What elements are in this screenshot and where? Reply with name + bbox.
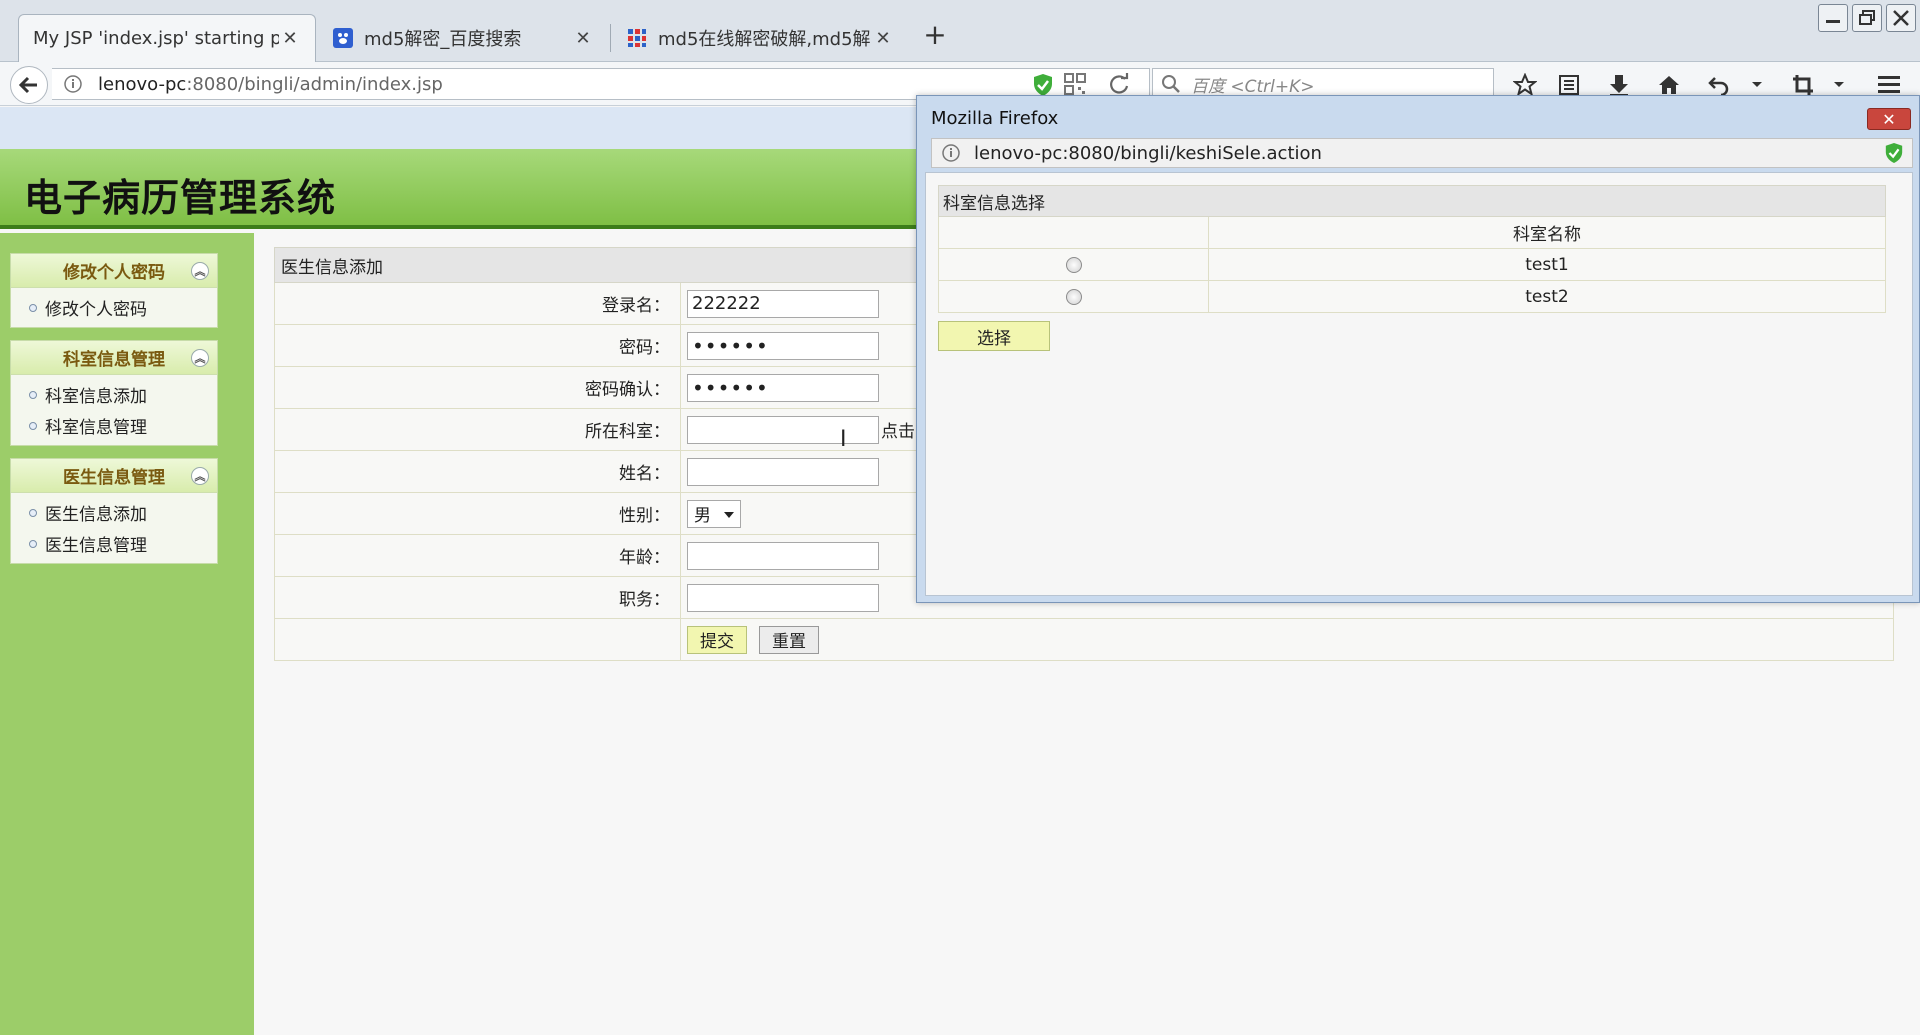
department-input[interactable] <box>687 415 879 444</box>
table-header-cell <box>939 217 1209 248</box>
search-placeholder: 百度 <Ctrl+K> <box>1191 76 1315 97</box>
department-name-cell: test2 <box>1525 286 1569 307</box>
gender-selected-value: 男 <box>694 506 711 526</box>
close-icon[interactable]: ✕ <box>572 28 594 49</box>
age-input[interactable] <box>687 541 879 570</box>
tab-label: md5在线解密破解,md5解... <box>658 29 872 50</box>
menu-group-header[interactable]: 科室信息管理 ︽ <box>11 341 217 375</box>
sidebar-item-add-doctor[interactable]: 医生信息添加 <box>11 497 217 528</box>
department-name-cell: test1 <box>1525 254 1569 275</box>
sidebar-item-manage-doctor[interactable]: 医生信息管理 <box>11 528 217 559</box>
menu-group-department: 科室信息管理 ︽ 科室信息添加 科室信息管理 <box>10 340 218 446</box>
sidebar: 修改个人密码 ︽ 修改个人密码 科室信息管理 ︽ 科室信息添加 科室信息管理 医… <box>0 233 254 1035</box>
form-row-actions: 提交 重置 <box>274 619 1894 661</box>
close-icon[interactable]: ✕ <box>872 28 894 49</box>
duty-label: 职务： <box>275 577 681 618</box>
login-label: 登录名： <box>275 283 681 324</box>
restore-button[interactable] <box>1852 4 1882 32</box>
menu-group-header[interactable]: 修改个人密码 ︽ <box>11 254 217 288</box>
tab-separator <box>610 24 611 52</box>
popup-url-bar: lenovo-pc:8080/bingli/keshiSele.action <box>931 138 1913 168</box>
info-icon[interactable] <box>64 75 82 97</box>
popup-url-text: lenovo-pc:8080/bingli/keshiSele.action <box>974 142 1322 164</box>
collapse-icon[interactable]: ︽ <box>191 349 209 367</box>
sidebar-item-label: 科室信息管理 <box>45 418 147 438</box>
bullet-icon <box>29 303 37 312</box>
url-host: lenovo-pc <box>98 73 187 95</box>
sidebar-item-label: 医生信息管理 <box>45 536 147 556</box>
department-table-header-row: 科室名称 <box>938 217 1886 249</box>
url-text: lenovo-pc:8080/bingli/admin/index.jsp <box>98 74 443 95</box>
name-input[interactable] <box>687 457 879 486</box>
tab-index-jsp[interactable]: My JSP 'index.jsp' starting p... ✕ <box>18 14 316 62</box>
name-label: 姓名： <box>275 451 681 492</box>
department-select-hint[interactable]: 点击 <box>881 417 915 442</box>
baidu-paw-icon <box>332 27 354 49</box>
confirm-password-input[interactable]: •••••• <box>687 373 879 402</box>
tab-label: md5解密_百度搜索 <box>364 29 522 50</box>
password-label: 密码： <box>275 325 681 366</box>
menu-group-title: 修改个人密码 <box>63 263 165 283</box>
text-cursor-icon: Ⅰ <box>840 427 847 452</box>
sidebar-item-change-password[interactable]: 修改个人密码 <box>11 292 217 323</box>
submit-button[interactable]: 提交 <box>687 625 747 654</box>
tab-bar: My JSP 'index.jsp' starting p... ✕ md5解密… <box>0 0 1920 62</box>
select-button[interactable]: 选择 <box>938 321 1050 351</box>
system-title: 电子病历管理系统 <box>24 176 337 220</box>
back-button[interactable] <box>10 66 48 104</box>
menu-group-password: 修改个人密码 ︽ 修改个人密码 <box>10 253 218 328</box>
popup-window-title: Mozilla Firefox <box>931 108 1059 129</box>
table-row: test1 <box>938 249 1886 281</box>
menu-group-doctor: 医生信息管理 ︽ 医生信息添加 医生信息管理 <box>10 458 218 564</box>
url-path: :8080/bingli/admin/index.jsp <box>186 73 443 95</box>
sidebar-item-label: 修改个人密码 <box>45 300 147 320</box>
menu-group-header[interactable]: 医生信息管理 ︽ <box>11 459 217 493</box>
close-window-button[interactable] <box>1886 4 1916 32</box>
department-label: 所在科室： <box>275 409 681 450</box>
bullet-icon <box>29 508 37 517</box>
tab-label: My JSP 'index.jsp' starting p... <box>33 28 279 49</box>
popup-body: 科室信息选择 科室名称 test1 test2 选择 <box>925 172 1913 596</box>
new-tab-button[interactable]: + <box>920 18 950 51</box>
shield-icon[interactable] <box>1884 142 1904 169</box>
column-header-department-name: 科室名称 <box>1513 225 1581 245</box>
reset-button[interactable]: 重置 <box>759 625 819 654</box>
department-radio-test2[interactable] <box>1065 288 1082 305</box>
department-radio-test1[interactable] <box>1065 256 1082 273</box>
minimize-button[interactable] <box>1818 4 1848 32</box>
bullet-icon <box>29 539 37 548</box>
collapse-icon[interactable]: ︽ <box>191 262 209 280</box>
tab-md5-online[interactable]: md5在线解密破解,md5解... ✕ <box>612 14 908 62</box>
collapse-icon[interactable]: ︽ <box>191 467 209 485</box>
info-icon[interactable] <box>942 144 960 167</box>
department-table-heading: 科室信息选择 <box>938 185 1886 217</box>
grid-site-icon <box>626 27 648 49</box>
gender-label: 性别： <box>275 493 681 534</box>
gender-select[interactable]: 男 <box>687 499 741 528</box>
password-input[interactable]: •••••• <box>687 331 879 360</box>
login-name-input[interactable]: 222222 <box>687 289 879 318</box>
bullet-icon <box>29 390 37 399</box>
duty-input[interactable] <box>687 583 879 612</box>
close-icon[interactable]: ✕ <box>279 28 301 49</box>
actions-label-cell <box>275 619 681 660</box>
sidebar-item-label: 医生信息添加 <box>45 505 147 525</box>
bullet-icon <box>29 421 37 430</box>
menu-group-title: 科室信息管理 <box>63 350 165 370</box>
chevron-down-icon <box>724 511 734 518</box>
table-row: test2 <box>938 281 1886 313</box>
tab-md5-baidu[interactable]: md5解密_百度搜索 ✕ <box>318 14 608 62</box>
sidebar-item-add-department[interactable]: 科室信息添加 <box>11 379 217 410</box>
age-label: 年龄： <box>275 535 681 576</box>
confirm-password-label: 密码确认： <box>275 367 681 408</box>
menu-group-title: 医生信息管理 <box>63 468 165 488</box>
sidebar-item-label: 科室信息添加 <box>45 387 147 407</box>
department-select-popup: Mozilla Firefox ✕ lenovo-pc:8080/bingli/… <box>916 95 1920 603</box>
popup-close-button[interactable]: ✕ <box>1867 108 1911 130</box>
sidebar-item-manage-department[interactable]: 科室信息管理 <box>11 410 217 441</box>
